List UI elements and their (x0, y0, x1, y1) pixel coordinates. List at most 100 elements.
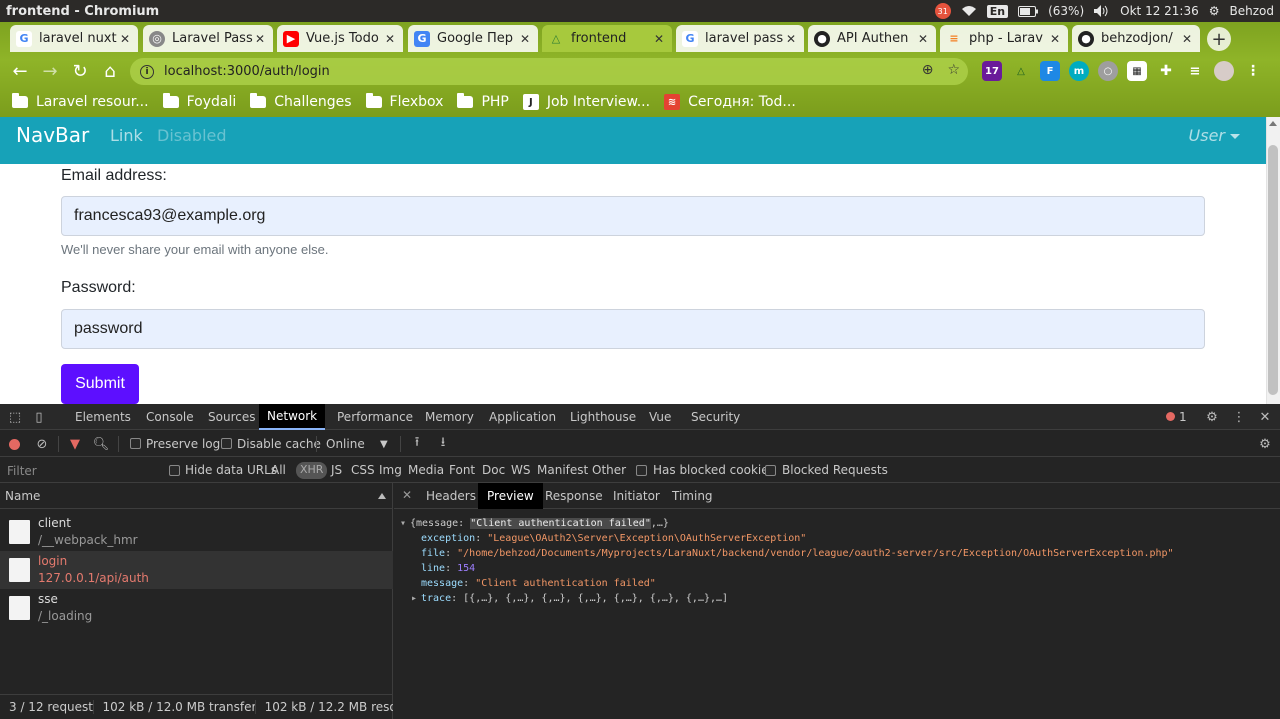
scrollbar-thumb[interactable] (1268, 145, 1278, 395)
bookmark-link[interactable]: ≋ Сегодня: Tod... (664, 94, 796, 110)
submit-button[interactable]: Submit (61, 364, 139, 404)
page-scrollbar[interactable] (1266, 117, 1280, 404)
bookmark-star-icon[interactable]: ☆ (947, 62, 960, 78)
close-icon[interactable]: ✕ (916, 32, 930, 46)
request-row[interactable]: sse /_loading (0, 589, 393, 627)
chevron-down-icon[interactable]: ▼ (380, 439, 388, 450)
close-icon[interactable]: ✕ (1180, 32, 1194, 46)
media-queue-icon[interactable]: ≡ (1185, 61, 1205, 81)
filter-type-css[interactable]: CSS (351, 463, 375, 477)
close-icon[interactable]: ✕ (1257, 409, 1273, 425)
filter-type-js[interactable]: JS (331, 463, 342, 477)
filter-type-img[interactable]: Img (379, 463, 402, 477)
extension-icon[interactable]: ○ (1098, 61, 1118, 81)
info-icon[interactable]: i (140, 64, 154, 79)
clock[interactable]: Okt 12 21:36 (1120, 4, 1199, 18)
devtools-tab-network[interactable]: Network (259, 404, 326, 430)
record-icon[interactable] (9, 439, 20, 450)
devtools-tab-application[interactable]: Application (481, 404, 564, 430)
home-icon[interactable]: ⌂ (98, 59, 122, 83)
filter-type-doc[interactable]: Doc (482, 463, 505, 477)
inspect-element-icon[interactable]: ⬚ (7, 409, 23, 425)
user-dropdown[interactable]: User (1189, 126, 1240, 145)
devtools-tab-elements[interactable]: Elements (67, 404, 139, 430)
devtools-tab-sources[interactable]: Sources (200, 404, 263, 430)
forward-arrow-icon[interactable]: → (38, 59, 62, 83)
name-column-header[interactable]: Name (0, 483, 393, 509)
vue-devtools-icon[interactable]: △ (1011, 61, 1031, 81)
browser-tab[interactable]: G laravel pass ✕ (676, 25, 804, 52)
devtools-tab-performance[interactable]: Performance (329, 404, 421, 430)
email-field[interactable] (61, 196, 1205, 236)
detail-tab-headers[interactable]: Headers (417, 483, 485, 509)
preserve-log-checkbox[interactable] (130, 438, 141, 449)
nav-link[interactable]: Link (110, 126, 143, 145)
close-icon[interactable]: ✕ (652, 32, 666, 46)
kebab-menu-icon[interactable]: ⋮ (1231, 409, 1247, 425)
filter-type-all[interactable]: All (271, 463, 286, 477)
bookmark-folder[interactable]: Foydali (162, 93, 236, 110)
browser-tab[interactable]: ≡ php - Larav ✕ (940, 25, 1068, 52)
hide-data-urls-checkbox[interactable] (169, 465, 180, 476)
import-har-icon[interactable]: ⭱ (409, 435, 425, 452)
expand-right-triangle-icon[interactable]: ▸ (411, 591, 421, 606)
new-tab-button[interactable]: + (1207, 27, 1231, 51)
browser-tab[interactable]: ▶ Vue.js Todo ✕ (277, 25, 403, 52)
devtools-tab-security[interactable]: Security (683, 404, 748, 430)
detail-tab-preview[interactable]: Preview (478, 483, 543, 509)
filter-type-ws[interactable]: WS (511, 463, 530, 477)
detail-tab-response[interactable]: Response (536, 483, 612, 509)
filter-type-media[interactable]: Media (408, 463, 444, 477)
error-counter[interactable]: 1 (1166, 410, 1187, 424)
request-row[interactable]: client /__webpack_hmr (0, 513, 393, 551)
devtools-tab-lighthouse[interactable]: Lighthouse (562, 404, 644, 430)
calendar-icon[interactable]: 31 (934, 3, 951, 19)
blocked-requests-checkbox[interactable] (765, 465, 776, 476)
filter-type-font[interactable]: Font (449, 463, 475, 477)
browser-tab[interactable]: ● behzodjon/ ✕ (1072, 25, 1200, 52)
export-har-icon[interactable]: ⭳ (435, 435, 451, 452)
device-toolbar-icon[interactable]: ▯ (31, 409, 47, 425)
network-settings-gear-icon[interactable]: ⚙ (1257, 436, 1273, 452)
extension-badge-icon[interactable]: 17 (982, 61, 1002, 81)
detail-tab-timing[interactable]: Timing (663, 483, 722, 509)
zoom-icon[interactable]: ⊕ (922, 62, 934, 78)
close-icon[interactable]: ✕ (784, 32, 798, 46)
browser-tab[interactable]: G laravel nuxt ✕ (10, 25, 138, 52)
volume-icon[interactable] (1094, 5, 1110, 17)
browser-tab[interactable]: ◎ Laravel Pass ✕ (143, 25, 273, 52)
bookmark-folder[interactable]: Challenges (250, 93, 352, 110)
close-icon[interactable]: ✕ (402, 488, 412, 502)
has-blocked-cookies-checkbox[interactable] (636, 465, 647, 476)
filter-type-xhr[interactable]: XHR (296, 462, 328, 479)
clear-icon[interactable]: ⊘ (34, 436, 50, 452)
browser-tab-active[interactable]: △ frontend ✕ (542, 25, 672, 52)
extension-icon[interactable]: m (1069, 61, 1089, 81)
browser-tab[interactable]: ● API Authen ✕ (808, 25, 936, 52)
json-line[interactable]: ▸ trace: [{,…}, {,…}, {,…}, {,…}, {,…}, {… (400, 591, 1174, 606)
devtools-tab-console[interactable]: Console (138, 404, 202, 430)
devtools-tab-memory[interactable]: Memory (417, 404, 482, 430)
filter-type-manifest[interactable]: Manifest (537, 463, 588, 477)
filter-input[interactable]: Filter (0, 459, 160, 482)
profile-avatar-icon[interactable] (1214, 61, 1234, 81)
menu-kebab-icon[interactable]: ⋮ (1243, 61, 1263, 81)
request-row-selected[interactable]: login 127.0.0.1/api/auth (0, 551, 393, 589)
address-bar[interactable]: i localhost:3000/auth/login ⊕ ☆ (130, 58, 968, 85)
bookmark-folder[interactable]: PHP (457, 93, 509, 110)
close-icon[interactable]: ✕ (518, 32, 532, 46)
bookmark-folder[interactable]: Laravel resour... (12, 93, 149, 110)
password-field[interactable] (61, 309, 1205, 349)
scroll-up-arrow-icon[interactable] (1269, 121, 1277, 126)
detail-tab-initiator[interactable]: Initiator (604, 483, 669, 509)
settings-gear-icon[interactable]: ⚙ (1204, 409, 1220, 425)
filter-funnel-icon[interactable]: ▼ (67, 436, 83, 452)
user-name[interactable]: Behzod (1230, 4, 1274, 18)
close-icon[interactable]: ✕ (383, 32, 397, 46)
expand-down-triangle-icon[interactable]: ▾ (400, 516, 410, 531)
puzzle-extensions-icon[interactable]: ✚ (1156, 61, 1176, 81)
qr-code-icon[interactable]: ▦ (1127, 61, 1147, 81)
reload-icon[interactable]: ↻ (68, 59, 92, 83)
keyboard-layout-indicator[interactable]: En (986, 4, 1009, 18)
devtools-tab-vue[interactable]: Vue (641, 404, 679, 430)
